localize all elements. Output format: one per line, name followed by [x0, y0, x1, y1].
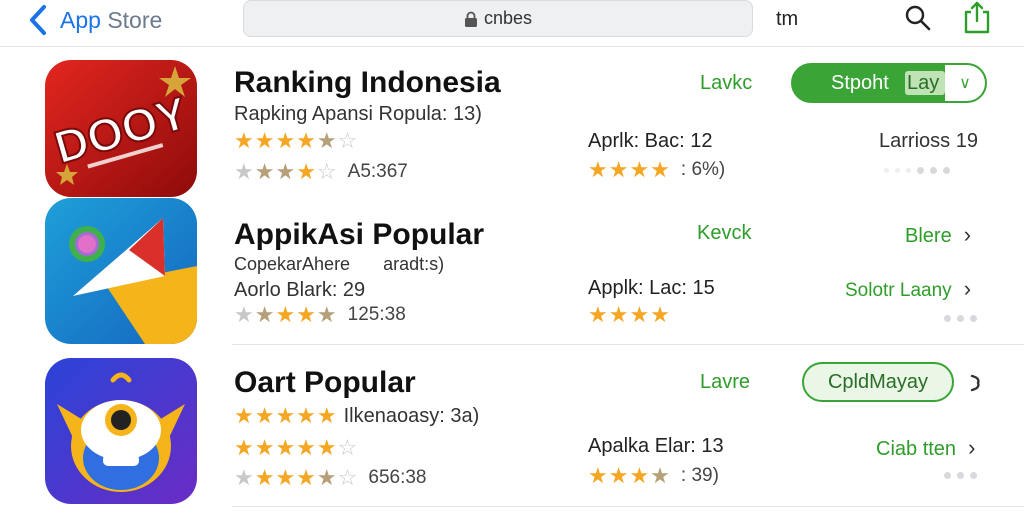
- status-label: Lavre: [700, 371, 751, 393]
- status-label: Lavkc: [700, 72, 753, 94]
- more-dots-icon[interactable]: [944, 472, 977, 479]
- get-button[interactable]: CpldMayay: [802, 362, 954, 402]
- chevron-left-icon: [30, 5, 46, 35]
- app-meta: Applk: Lac: 15: [588, 277, 715, 299]
- mascot-logo-icon: [45, 358, 197, 504]
- nav-divider: [0, 46, 1024, 47]
- meta-star-rating: ★★★★: [588, 302, 671, 327]
- search-icon[interactable]: [904, 4, 932, 32]
- url-text: cnbes: [483, 8, 533, 28]
- right-link[interactable]: Ciab tten ›: [876, 435, 975, 461]
- app-meta: Aprlk: Bac: 12: [588, 130, 713, 152]
- nav-text: tm: [776, 8, 799, 30]
- more-dots-icon[interactable]: [884, 167, 950, 174]
- app-title[interactable]: Oart Popular: [234, 366, 416, 400]
- chevron-down-icon[interactable]: ∨: [945, 65, 985, 101]
- meta-rating-count: : 39): [680, 465, 719, 486]
- star-rating: ★★★★★ Ilkenaoasy: 3a): [234, 403, 480, 428]
- app-icon-dooy[interactable]: DOOY: [45, 60, 197, 197]
- app-meta: Apalka Elar: 13: [588, 435, 724, 457]
- paper-plane-logo-icon: [45, 198, 197, 344]
- app-subtitle: Rapking Apansi Ropula: 13): [234, 103, 482, 125]
- address-bar[interactable]: cnbes: [243, 0, 753, 37]
- navigation-bar: App Store cnbes tm: [0, 0, 1024, 44]
- chevron-right-icon: ›: [963, 276, 972, 301]
- get-button-label2: Lay: [907, 71, 940, 94]
- star-rating-tertiary: ★ ★★★ ★ ☆ 656:38: [234, 465, 427, 490]
- row-divider: [232, 344, 1024, 345]
- back-label: App Store: [60, 6, 163, 33]
- app-title[interactable]: Ranking Indonesia: [234, 66, 501, 100]
- right-link-2[interactable]: Solotr Laany ›: [845, 276, 971, 302]
- app-icon-appikasi[interactable]: [45, 198, 197, 344]
- star-rating: ★★★★ ★ ☆: [234, 128, 359, 153]
- app-subtitle: Ilkenaoasy: 3a): [343, 404, 480, 427]
- star-rating: ★ ★ ★★ ★ 125:38: [234, 302, 406, 327]
- dooy-logo-icon: DOOY: [45, 60, 197, 197]
- meta-star-rating: ★★★★ : 6%): [588, 157, 726, 182]
- meta-star-rating: ★★★ ★ : 39): [588, 463, 719, 488]
- meta-rating-count: : 6%): [680, 159, 726, 180]
- right-label: Larrioss 19: [879, 130, 978, 152]
- star-rating-secondary: ★ ★★ ★ ☆ A5:367: [234, 159, 408, 184]
- chevron-right-icon: ›: [963, 222, 972, 247]
- app-subtitle-2: Aorlo Blark: 29: [234, 279, 366, 301]
- share-icon[interactable]: [962, 0, 992, 34]
- lock-icon: [464, 11, 477, 27]
- get-button[interactable]: Stpoht Lay ∨: [791, 63, 987, 103]
- rating-count: 656:38: [368, 467, 427, 488]
- status-label: Kevck: [697, 222, 752, 244]
- right-link[interactable]: Blere ›: [905, 222, 971, 248]
- rating-count: 125:38: [347, 304, 406, 325]
- rating-count: A5:367: [347, 161, 408, 182]
- chevron-right-icon: ›: [968, 435, 976, 460]
- app-subtitle: CopekarAhere aradt:s): [234, 254, 445, 274]
- back-button[interactable]: App Store: [26, 4, 162, 36]
- row-divider: [232, 506, 1024, 507]
- app-icon-oart[interactable]: [45, 358, 197, 504]
- star-rating-secondary: ★★★★★ ☆: [234, 435, 359, 460]
- app-title[interactable]: AppikAsi Popular: [234, 218, 484, 252]
- more-dots-icon[interactable]: [944, 315, 977, 322]
- chevron-right-icon[interactable]: [968, 372, 984, 394]
- get-button-label: Stpoht: [831, 71, 889, 94]
- get-button-label: CpldMayay: [827, 370, 929, 393]
